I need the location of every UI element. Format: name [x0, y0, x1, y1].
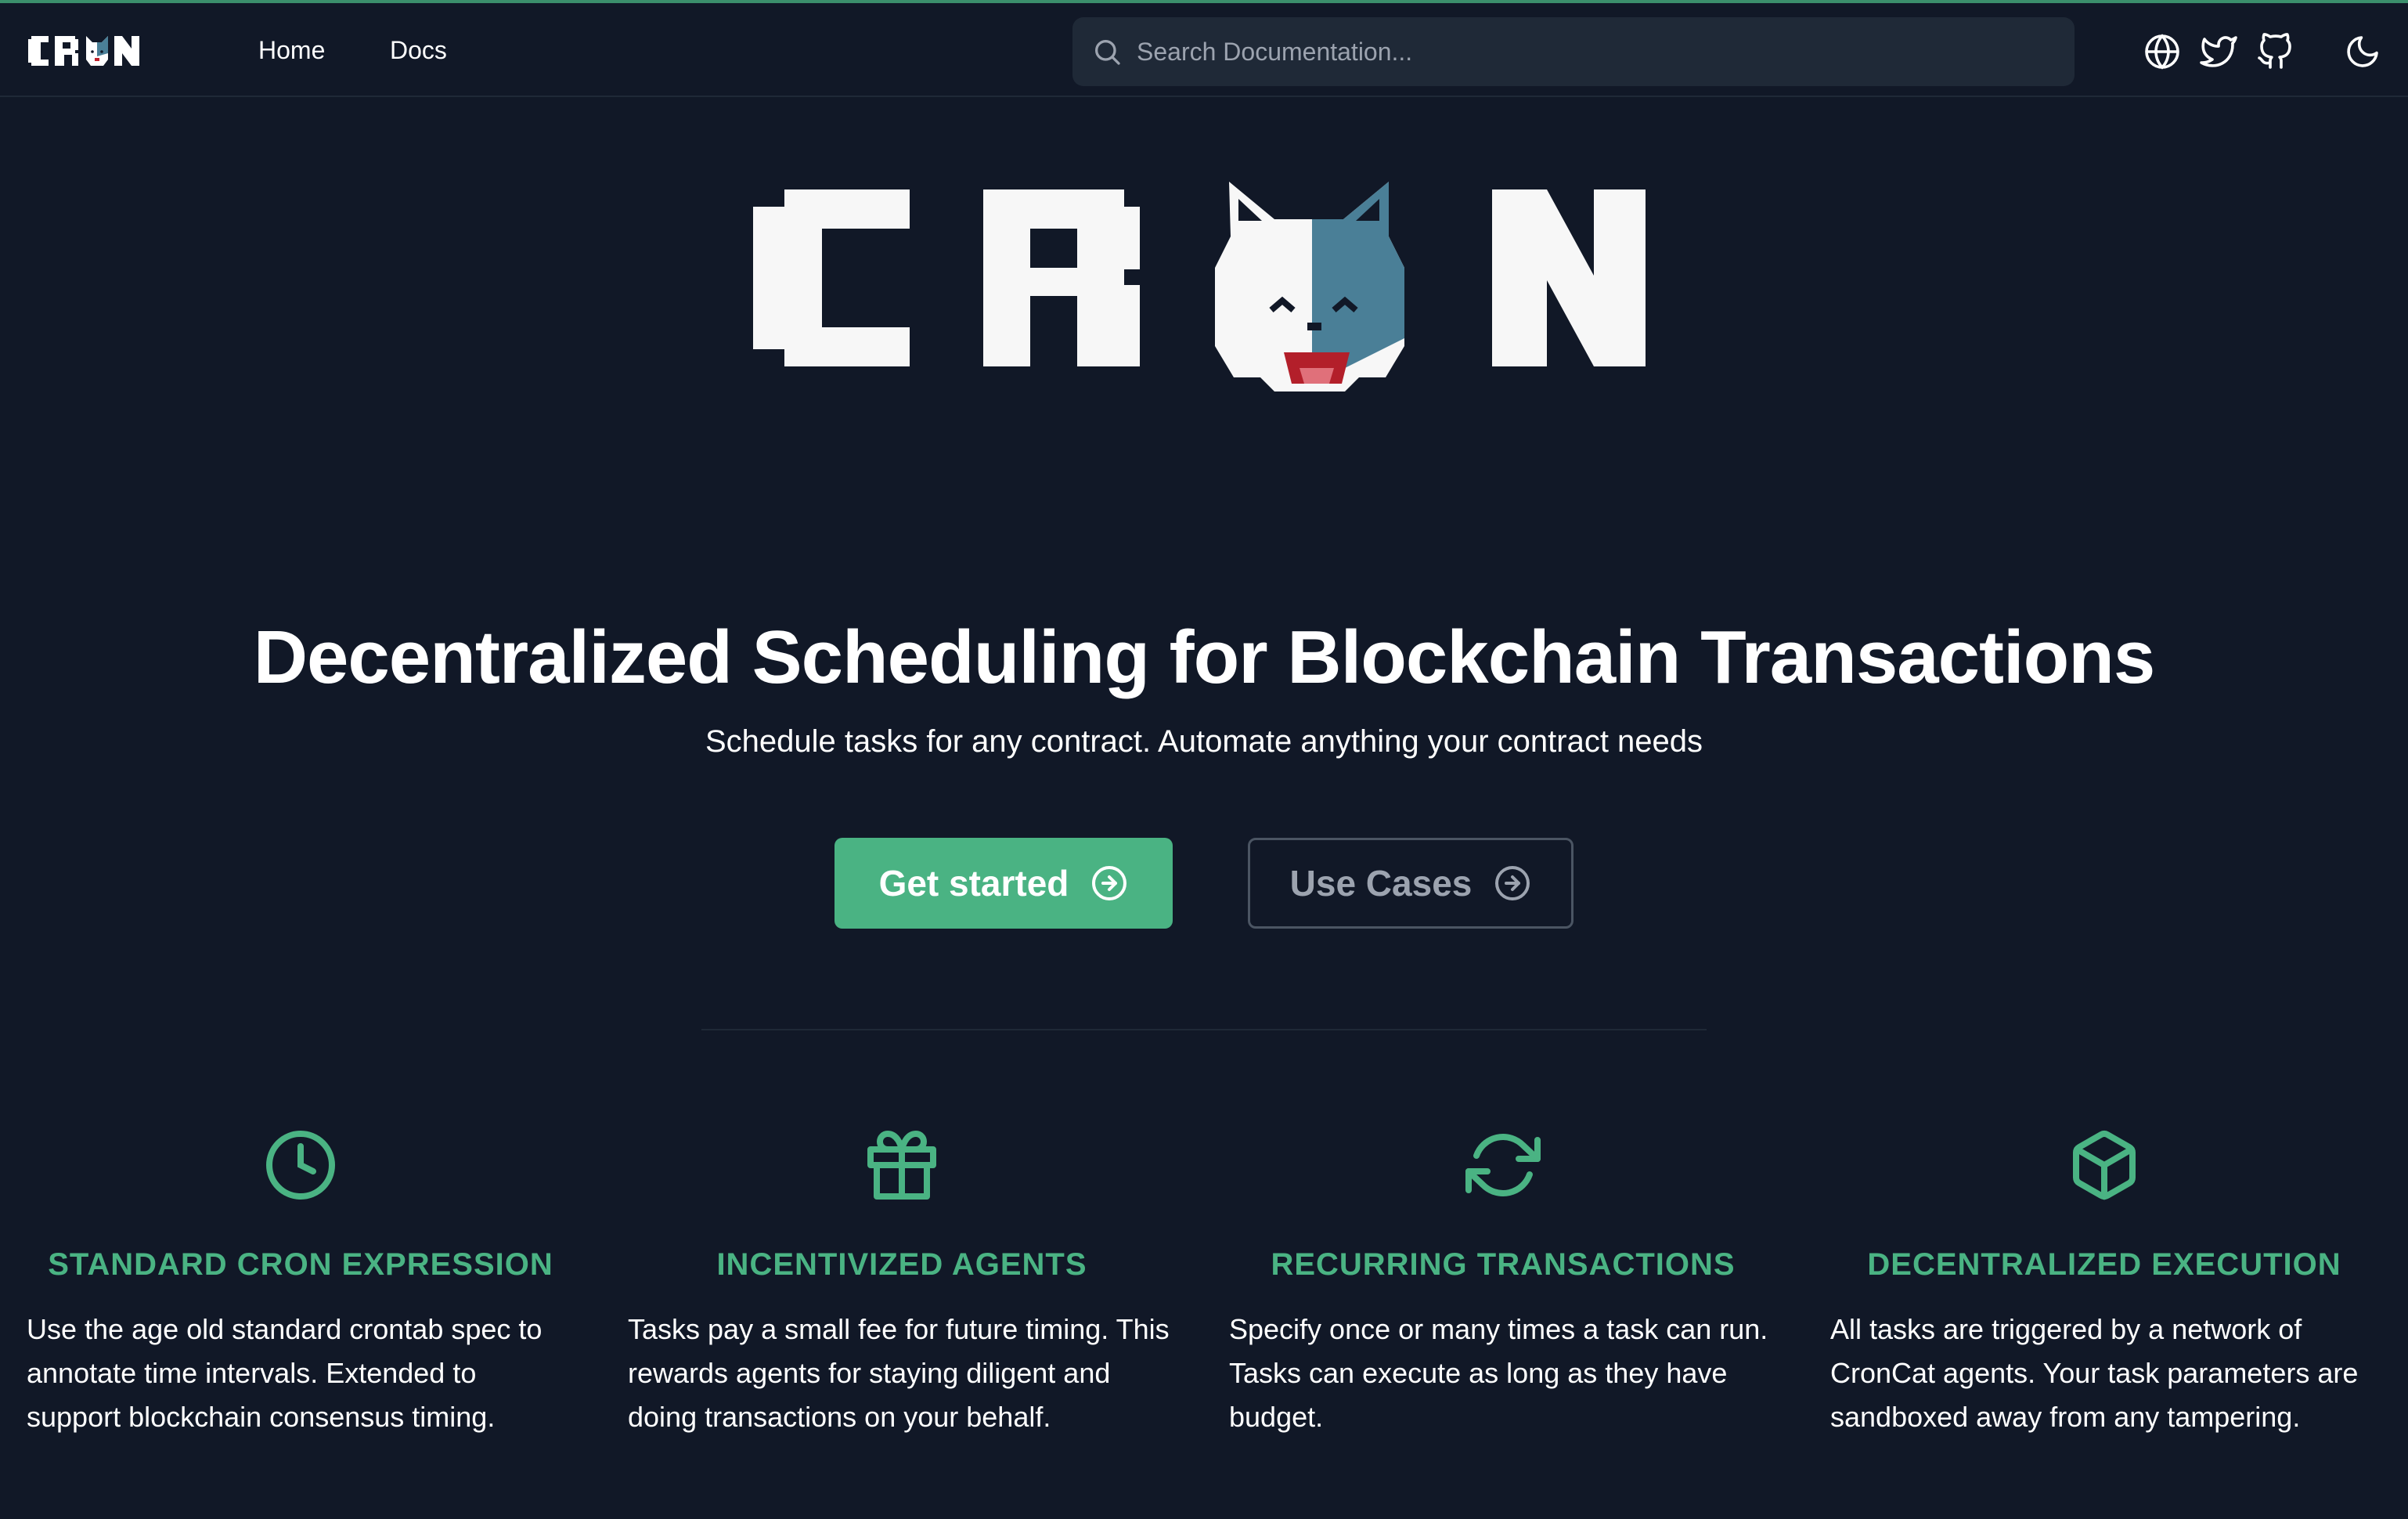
brand-logo[interactable]	[25, 33, 158, 69]
feature-title: RECURRING TRANSACTIONS	[1271, 1247, 1736, 1282]
arrow-right-circle-icon	[1092, 866, 1127, 900]
search-icon	[1095, 40, 1120, 65]
refresh-icon	[1465, 1134, 1541, 1196]
hero-logo	[753, 182, 1646, 391]
feature-text: Use the age old standard crontab spec to…	[27, 1313, 543, 1433]
get-started-label: Get started	[878, 863, 1069, 904]
github-icon[interactable]	[2256, 33, 2294, 70]
twitter-icon[interactable]	[2200, 33, 2237, 70]
feature-recurring-transactions: RECURRING TRANSACTIONS Specify once or m…	[1229, 1128, 1808, 1439]
nav-link-docs[interactable]: Docs	[390, 34, 447, 66]
search-box[interactable]	[1072, 17, 2075, 86]
search-input[interactable]	[1137, 31, 2045, 72]
hero-title: Decentralized Scheduling for Blockchain …	[253, 615, 2156, 699]
globe-icon[interactable]	[2143, 33, 2181, 70]
feature-text: Tasks pay a small fee for future timing.…	[628, 1313, 1170, 1433]
feature-title: DECENTRALIZED EXECUTION	[1867, 1247, 2341, 1282]
feature-text: All tasks are triggered by a network of …	[1830, 1313, 2359, 1433]
section-divider	[701, 1029, 1707, 1030]
feature-text: Specify once or many times a task can ru…	[1229, 1313, 1768, 1433]
use-cases-button[interactable]: Use Cases	[1248, 838, 1573, 929]
navbar: Home Docs	[0, 0, 2408, 97]
feature-cron-expression: STANDARD CRON EXPRESSION Use the age old…	[27, 1128, 606, 1439]
page: Home Docs Search Documentation... Decent…	[0, 0, 2408, 1519]
arrow-right-circle-icon	[1495, 866, 1530, 900]
feature-title: STANDARD CRON EXPRESSION	[48, 1247, 553, 1282]
cube-icon	[2073, 1131, 2136, 1200]
use-cases-label: Use Cases	[1289, 863, 1473, 904]
feature-decentralized-execution: DECENTRALIZED EXECUTION All tasks are tr…	[1830, 1128, 2408, 1439]
get-started-button[interactable]: Get started	[835, 838, 1173, 929]
feature-title: INCENTIVIZED AGENTS	[716, 1247, 1087, 1282]
feature-incentivized-agents: INCENTIVIZED AGENTS Tasks pay a small fe…	[628, 1128, 1207, 1439]
hero-subtitle: Schedule tasks for any contract. Automat…	[705, 724, 1703, 759]
gift-icon	[867, 1131, 936, 1200]
nav-link-home[interactable]: Home	[258, 34, 325, 66]
moon-icon[interactable]	[2344, 33, 2381, 70]
clock-icon	[266, 1131, 335, 1200]
